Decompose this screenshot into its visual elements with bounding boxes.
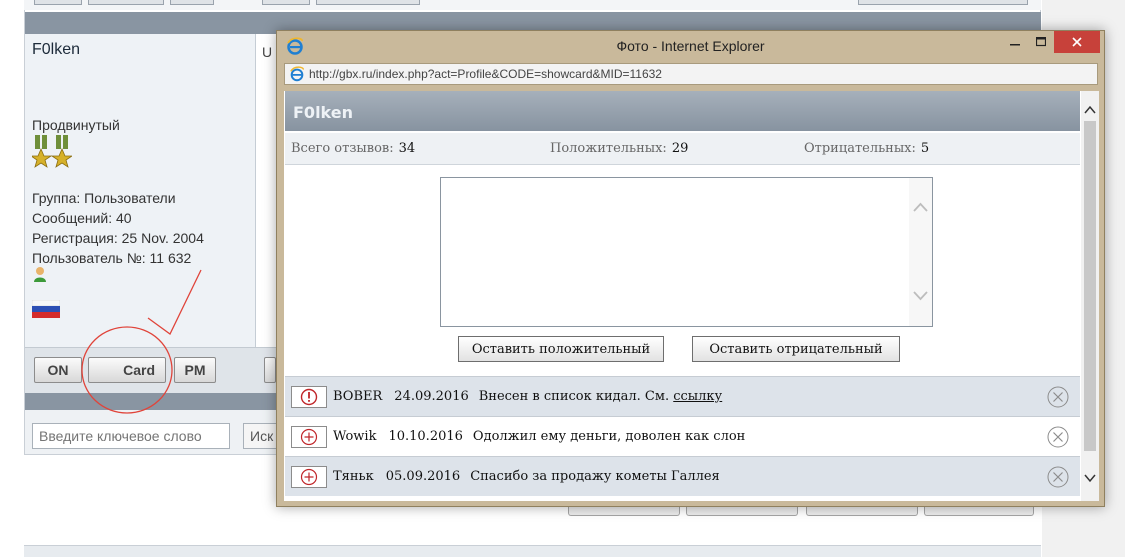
next-post-strip [24,545,1041,557]
author-stats: Группа: Пользователи Сообщений: 40 Регис… [32,188,204,268]
review-message: Внесен в список кидал. См. [478,389,670,404]
review-comment-field[interactable] [440,177,933,327]
review-date: 10.10.2016 [388,429,463,444]
search-input[interactable] [32,423,230,449]
review-message: Спасибо за продажу кометы Галлея [470,469,720,484]
review-type-badge [291,386,327,408]
card-page: F0lken Всего отзывов: 34 Положительных: 29… [284,91,1099,501]
russian-flag-icon [32,300,60,318]
ie-popup-window: Фото - Internet Explorer http://gbx.ru/i… [276,30,1105,507]
total-reviews: Всего отзывов: 34 [291,141,416,156]
delete-review-icon[interactable] [1047,466,1069,488]
author-number: Пользователь №: 11 632 [32,250,192,266]
author-rank: Продвинутый [32,117,120,133]
positive-reviews: Положительных: 29 [550,141,689,156]
close-button[interactable] [1054,31,1100,53]
scroll-up-icon[interactable] [913,200,928,215]
positive-mark-icon [300,468,318,486]
minimize-button[interactable] [1002,31,1028,53]
scroll-up-icon[interactable] [1084,103,1096,117]
top-button-stub[interactable] [170,0,214,5]
scroll-down-icon[interactable] [913,288,928,303]
ie-titlebar[interactable]: Фото - Internet Explorer [277,31,1104,61]
minimize-icon [1010,44,1020,46]
post-action-button[interactable] [264,357,276,383]
review-date: 24.09.2016 [394,389,469,404]
review-text: BOBER 24.09.2016 Внесен в список кидал. См… [333,389,722,404]
review-type-badge [291,426,327,448]
maximize-icon [1036,37,1046,47]
scroll-thumb[interactable] [1084,121,1096,451]
page-icon [290,66,304,82]
review-text: Wowik 10.10.2016 Одолжил ему деньги, довол… [333,429,745,444]
top-button-stub[interactable] [262,0,310,5]
address-bar[interactable]: http://gbx.ru/index.php?act=Profile&CODE… [284,63,1098,85]
author-registration: Регистрация: 25 Nov. 2004 [32,230,204,246]
top-button-stub[interactable] [88,0,164,5]
scroll-down-icon[interactable] [1084,471,1096,485]
top-button-stub[interactable] [316,0,420,5]
review-text: Тяньк 05.09.2016 Спасибо за продажу кометы… [333,469,720,484]
review-type-badge [291,466,327,488]
top-button-stub[interactable] [858,0,1028,5]
user-online-icon [34,267,46,282]
author-messages: Сообщений: 40 [32,210,132,226]
review-counts: Всего отзывов: 34 Положительных: 29 Отрица… [285,133,1080,165]
author-name[interactable]: F0lken [32,41,80,59]
address-url: http://gbx.ru/index.php?act=Profile&CODE… [309,67,662,81]
window-title: Фото - Internet Explorer [616,38,765,54]
review-author: BOBER [333,389,383,404]
negative-mark-icon [300,388,318,406]
review-author: Тяньк [333,469,374,484]
review-author: Wowik [333,429,377,444]
top-button-stub[interactable] [34,0,82,5]
rank-pips-icon [32,135,72,168]
review-row: Wowik 10.10.2016 Одолжил ему деньги, довол… [285,416,1080,456]
card-button[interactable]: Card [88,357,166,383]
delete-review-icon[interactable] [1047,426,1069,448]
leave-positive-button[interactable]: Оставить положительный [458,336,664,362]
page-scrollbar[interactable] [1081,91,1099,501]
author-group: Группа: Пользователи [32,190,176,206]
post-body-fragment: U [262,44,273,60]
positive-mark-icon [300,428,318,446]
maximize-button[interactable] [1028,31,1054,53]
pm-button[interactable]: PM [174,357,216,383]
review-date: 05.09.2016 [385,469,461,484]
close-icon [1072,37,1082,47]
card-user-header: F0lken [285,91,1080,131]
delete-review-icon[interactable] [1047,386,1069,408]
review-link[interactable]: ссылку [673,389,722,404]
online-button[interactable]: ON [34,357,82,383]
negative-reviews: Отрицательных: 5 [804,141,930,156]
review-message: Одолжил ему деньги, доволен как слон [472,429,746,444]
review-row: Тяньк 05.09.2016 Спасибо за продажу кометы… [285,456,1080,496]
divider [255,34,256,347]
leave-negative-button[interactable]: Оставить отрицательный [692,336,900,362]
textarea-scrollbar[interactable] [909,178,932,326]
review-row: BOBER 24.09.2016 Внесен в список кидал. См… [285,376,1080,416]
